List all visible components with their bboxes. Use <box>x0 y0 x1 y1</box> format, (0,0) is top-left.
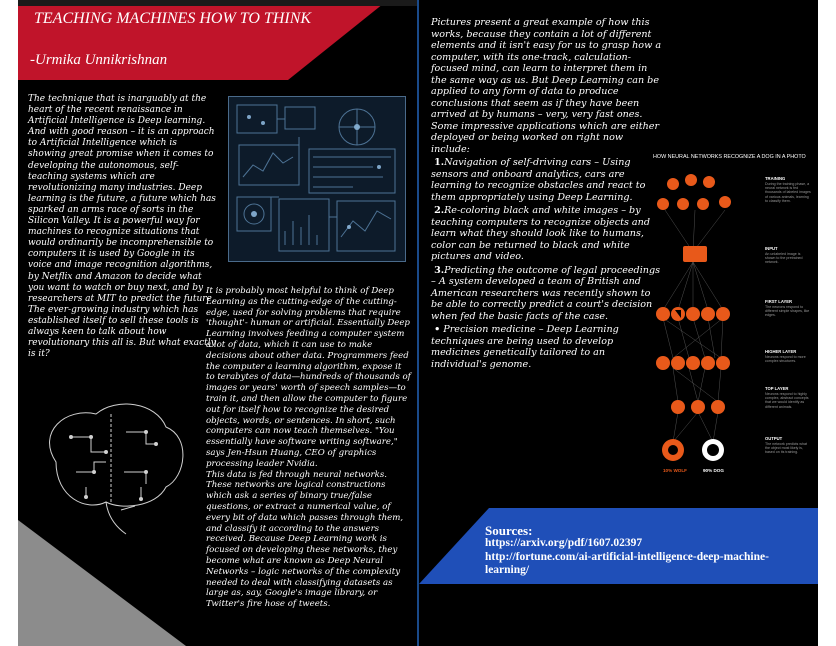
layer-output: OUTPUT <box>765 436 783 441</box>
right-page: Pictures present a great example of how … <box>419 0 818 646</box>
left-page: TEACHING MACHINES HOW TO THINK -Urmika U… <box>18 0 417 646</box>
source-link-1[interactable]: https://arxiv.org/pdf/1607.02397 <box>485 537 810 550</box>
right-column: Pictures present a great example of how … <box>431 17 663 372</box>
body-column-2: It is probably most helpful to think of … <box>206 286 411 610</box>
source-link-2[interactable]: http://fortune.com/ai-artificial-intelli… <box>485 551 810 578</box>
output-wolf: 10% WOLF <box>663 468 687 473</box>
body-column-2-part-b: This data is fed through neural networks… <box>206 469 404 610</box>
layer-input-desc: An unlabeled image is shown to the pretr… <box>765 252 803 265</box>
list-item: • Precision medicine – Deep Learning tec… <box>431 324 619 370</box>
layer-training: TRAINING <box>765 176 785 181</box>
layer-input: INPUT <box>765 246 778 251</box>
circuit-board-image <box>228 96 406 262</box>
layer-training-desc: During the training phase, a neural netw… <box>765 182 811 203</box>
list-item: 3.Predicting the outcome of legal procee… <box>431 264 661 322</box>
list-item: 1.Navigation of self-driving cars – Usin… <box>431 157 646 203</box>
layer-first: FIRST LAYER <box>765 299 792 304</box>
output-dog: 90% DOG <box>703 468 724 473</box>
sources-block: Sources: https://arxiv.org/pdf/1607.0239… <box>485 524 810 578</box>
article-author: -Urmika Unnikrishnan <box>30 52 168 68</box>
layer-output-desc: The network predicts what the object mos… <box>765 442 807 455</box>
layer-higher: HIGHER LAYER <box>765 349 796 354</box>
article-title: TEACHING MACHINES HOW TO THINK <box>34 10 312 27</box>
layer-first-desc: The neurons respond to different simple … <box>765 305 810 318</box>
body-column-1: The technique that is inarguably at the … <box>28 94 216 360</box>
infographic-title: HOW NEURAL NETWORKS RECOGNIZE A DOG IN A… <box>653 154 806 160</box>
layer-top: TOP LAYER <box>765 386 788 391</box>
list-item: 2.Re-coloring black and white images – b… <box>431 205 650 262</box>
layer-top-desc: Neurons respond to highly complex, abstr… <box>765 392 809 409</box>
neural-network-infographic: HOW NEURAL NETWORKS RECOGNIZE A DOG IN A… <box>653 154 811 473</box>
body-column-2-part-a: It is probably most helpful to think of … <box>206 286 411 469</box>
layer-higher-desc: Neurons respond to more complex structur… <box>765 355 806 364</box>
intro-paragraph: Pictures present a great example of how … <box>431 17 662 155</box>
sources-heading: Sources: <box>485 523 533 538</box>
